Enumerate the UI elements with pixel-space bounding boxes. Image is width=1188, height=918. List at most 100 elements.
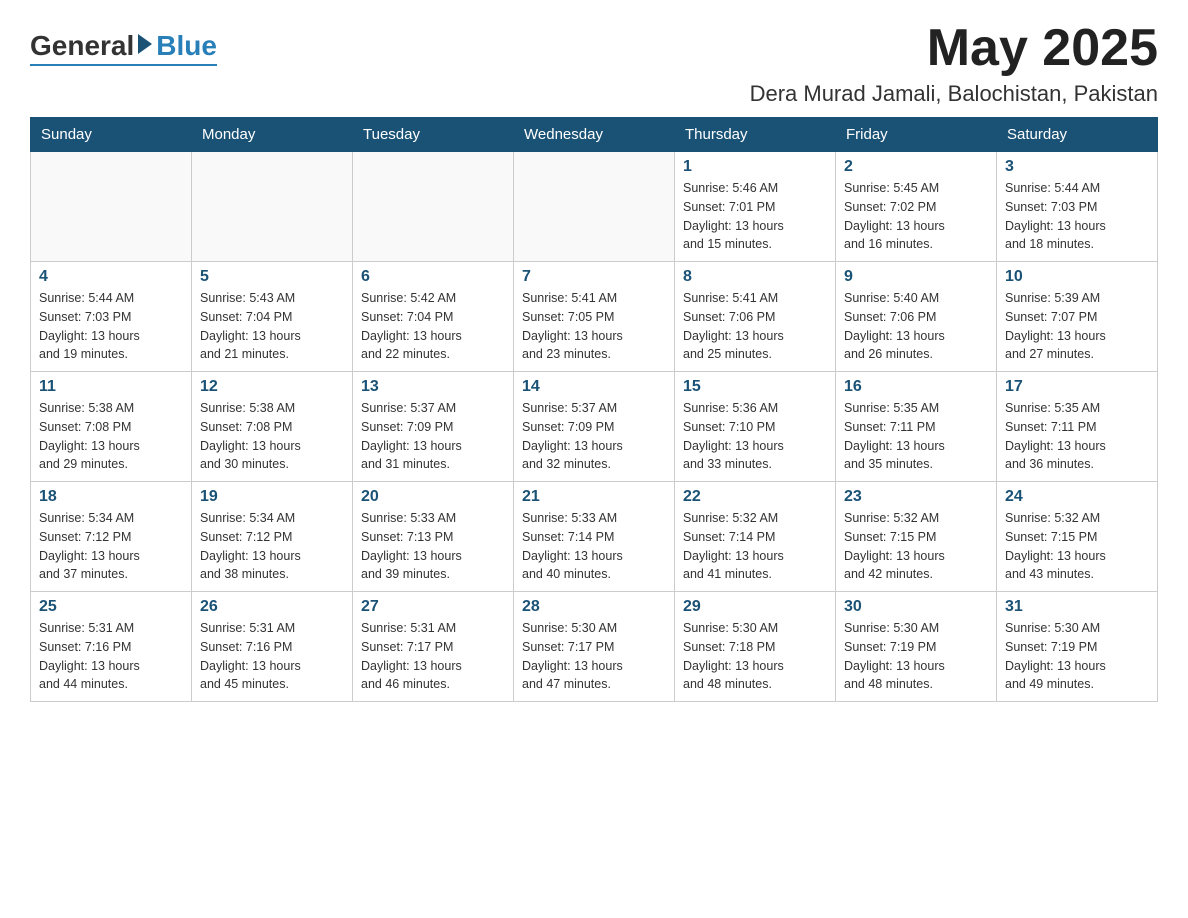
day-number: 14 <box>522 378 666 396</box>
day-number: 1 <box>683 158 827 176</box>
calendar-cell <box>353 152 514 262</box>
logo-triangle-icon <box>138 34 152 54</box>
day-info: Sunrise: 5:34 AMSunset: 7:12 PMDaylight:… <box>39 509 183 584</box>
day-info: Sunrise: 5:33 AMSunset: 7:13 PMDaylight:… <box>361 509 505 584</box>
calendar-cell: 17 Sunrise: 5:35 AMSunset: 7:11 PMDayligh… <box>997 372 1158 482</box>
day-number: 31 <box>1005 598 1149 616</box>
logo-general-text: General <box>30 30 134 62</box>
calendar-cell: 22 Sunrise: 5:32 AMSunset: 7:14 PMDayligh… <box>675 482 836 592</box>
day-info: Sunrise: 5:40 AMSunset: 7:06 PMDaylight:… <box>844 289 988 364</box>
day-number: 3 <box>1005 158 1149 176</box>
day-info: Sunrise: 5:31 AMSunset: 7:17 PMDaylight:… <box>361 619 505 694</box>
calendar-cell: 7 Sunrise: 5:41 AMSunset: 7:05 PMDaylight… <box>514 262 675 372</box>
day-info: Sunrise: 5:41 AMSunset: 7:05 PMDaylight:… <box>522 289 666 364</box>
calendar-week-row: 4Sunrise: 5:44 AMSunset: 7:03 PMDaylight… <box>31 262 1158 372</box>
calendar-cell: 8 Sunrise: 5:41 AMSunset: 7:06 PMDaylight… <box>675 262 836 372</box>
day-number: 22 <box>683 488 827 506</box>
day-info: Sunrise: 5:32 AMSunset: 7:14 PMDaylight:… <box>683 509 827 584</box>
day-number: 25 <box>39 598 183 616</box>
day-number: 5 <box>200 268 344 286</box>
weekday-header-saturday: Saturday <box>997 118 1158 152</box>
location-title: Dera Murad Jamali, Balochistan, Pakistan <box>750 81 1158 107</box>
weekday-header-thursday: Thursday <box>675 118 836 152</box>
day-number: 8 <box>683 268 827 286</box>
calendar-week-row: 1 Sunrise: 5:46 AMSunset: 7:01 PMDaylight… <box>31 152 1158 262</box>
day-number: 26 <box>200 598 344 616</box>
calendar-cell: 5 Sunrise: 5:43 AMSunset: 7:04 PMDaylight… <box>192 262 353 372</box>
weekday-header-sunday: Sunday <box>31 118 192 152</box>
calendar-cell <box>31 152 192 262</box>
calendar-cell <box>192 152 353 262</box>
calendar-week-row: 11Sunrise: 5:38 AMSunset: 7:08 PMDayligh… <box>31 372 1158 482</box>
day-number: 15 <box>683 378 827 396</box>
title-block: May 2025 Dera Murad Jamali, Balochistan,… <box>750 20 1158 107</box>
day-number: 30 <box>844 598 988 616</box>
calendar-week-row: 25Sunrise: 5:31 AMSunset: 7:16 PMDayligh… <box>31 592 1158 702</box>
day-number: 24 <box>1005 488 1149 506</box>
calendar-cell: 18 Sunrise: 5:34 AMSunset: 7:12 PMDayligh… <box>31 482 192 592</box>
day-info: Sunrise: 5:30 AMSunset: 7:18 PMDaylight:… <box>683 619 827 694</box>
calendar-cell: 28Sunrise: 5:30 AMSunset: 7:17 PMDayligh… <box>514 592 675 702</box>
calendar-cell: 14 Sunrise: 5:37 AMSunset: 7:09 PMDayligh… <box>514 372 675 482</box>
calendar-header-row: SundayMondayTuesdayWednesdayThursdayFrid… <box>31 118 1158 152</box>
calendar-cell: 25Sunrise: 5:31 AMSunset: 7:16 PMDayligh… <box>31 592 192 702</box>
day-info: Sunrise: 5:39 AMSunset: 7:07 PMDaylight:… <box>1005 289 1149 364</box>
day-number: 12 <box>200 378 344 396</box>
calendar-cell: 19 Sunrise: 5:34 AMSunset: 7:12 PMDayligh… <box>192 482 353 592</box>
day-number: 11 <box>39 378 183 396</box>
day-info: Sunrise: 5:34 AMSunset: 7:12 PMDaylight:… <box>200 509 344 584</box>
day-number: 18 <box>39 488 183 506</box>
weekday-header-wednesday: Wednesday <box>514 118 675 152</box>
day-info: Sunrise: 5:43 AMSunset: 7:04 PMDaylight:… <box>200 289 344 364</box>
calendar-cell: 30 Sunrise: 5:30 AMSunset: 7:19 PMDayligh… <box>836 592 997 702</box>
calendar-cell: 20Sunrise: 5:33 AMSunset: 7:13 PMDayligh… <box>353 482 514 592</box>
day-info: Sunrise: 5:41 AMSunset: 7:06 PMDaylight:… <box>683 289 827 364</box>
month-title: May 2025 <box>750 20 1158 77</box>
day-info: Sunrise: 5:44 AMSunset: 7:03 PMDaylight:… <box>39 289 183 364</box>
day-info: Sunrise: 5:44 AMSunset: 7:03 PMDaylight:… <box>1005 179 1149 254</box>
calendar-cell: 9 Sunrise: 5:40 AMSunset: 7:06 PMDaylight… <box>836 262 997 372</box>
day-number: 29 <box>683 598 827 616</box>
day-number: 28 <box>522 598 666 616</box>
day-number: 19 <box>200 488 344 506</box>
day-info: Sunrise: 5:37 AMSunset: 7:09 PMDaylight:… <box>522 399 666 474</box>
calendar-cell: 23Sunrise: 5:32 AMSunset: 7:15 PMDayligh… <box>836 482 997 592</box>
calendar-table: SundayMondayTuesdayWednesdayThursdayFrid… <box>30 117 1158 702</box>
calendar-cell: 2Sunrise: 5:45 AMSunset: 7:02 PMDaylight… <box>836 152 997 262</box>
logo-underline <box>30 64 217 66</box>
day-number: 6 <box>361 268 505 286</box>
day-number: 9 <box>844 268 988 286</box>
day-number: 13 <box>361 378 505 396</box>
calendar-cell: 31 Sunrise: 5:30 AMSunset: 7:19 PMDayligh… <box>997 592 1158 702</box>
calendar-cell: 3 Sunrise: 5:44 AMSunset: 7:03 PMDaylight… <box>997 152 1158 262</box>
day-info: Sunrise: 5:42 AMSunset: 7:04 PMDaylight:… <box>361 289 505 364</box>
page-header: General Blue May 2025 Dera Murad Jamali,… <box>30 20 1158 107</box>
calendar-cell: 15 Sunrise: 5:36 AMSunset: 7:10 PMDayligh… <box>675 372 836 482</box>
calendar-cell: 21 Sunrise: 5:33 AMSunset: 7:14 PMDayligh… <box>514 482 675 592</box>
weekday-header-tuesday: Tuesday <box>353 118 514 152</box>
day-number: 16 <box>844 378 988 396</box>
day-number: 7 <box>522 268 666 286</box>
day-info: Sunrise: 5:32 AMSunset: 7:15 PMDaylight:… <box>1005 509 1149 584</box>
calendar-cell: 6 Sunrise: 5:42 AMSunset: 7:04 PMDaylight… <box>353 262 514 372</box>
calendar-cell: 1 Sunrise: 5:46 AMSunset: 7:01 PMDaylight… <box>675 152 836 262</box>
calendar-cell: 11Sunrise: 5:38 AMSunset: 7:08 PMDayligh… <box>31 372 192 482</box>
day-info: Sunrise: 5:46 AMSunset: 7:01 PMDaylight:… <box>683 179 827 254</box>
day-info: Sunrise: 5:30 AMSunset: 7:19 PMDaylight:… <box>844 619 988 694</box>
weekday-header-monday: Monday <box>192 118 353 152</box>
calendar-cell: 29 Sunrise: 5:30 AMSunset: 7:18 PMDayligh… <box>675 592 836 702</box>
weekday-header-friday: Friday <box>836 118 997 152</box>
day-info: Sunrise: 5:36 AMSunset: 7:10 PMDaylight:… <box>683 399 827 474</box>
calendar-cell: 27 Sunrise: 5:31 AMSunset: 7:17 PMDayligh… <box>353 592 514 702</box>
calendar-cell: 13Sunrise: 5:37 AMSunset: 7:09 PMDayligh… <box>353 372 514 482</box>
day-info: Sunrise: 5:45 AMSunset: 7:02 PMDaylight:… <box>844 179 988 254</box>
day-info: Sunrise: 5:30 AMSunset: 7:19 PMDaylight:… <box>1005 619 1149 694</box>
day-info: Sunrise: 5:35 AMSunset: 7:11 PMDaylight:… <box>844 399 988 474</box>
logo-blue-text: Blue <box>156 30 217 62</box>
day-info: Sunrise: 5:35 AMSunset: 7:11 PMDaylight:… <box>1005 399 1149 474</box>
day-info: Sunrise: 5:33 AMSunset: 7:14 PMDaylight:… <box>522 509 666 584</box>
day-number: 21 <box>522 488 666 506</box>
day-number: 10 <box>1005 268 1149 286</box>
day-number: 27 <box>361 598 505 616</box>
day-number: 17 <box>1005 378 1149 396</box>
